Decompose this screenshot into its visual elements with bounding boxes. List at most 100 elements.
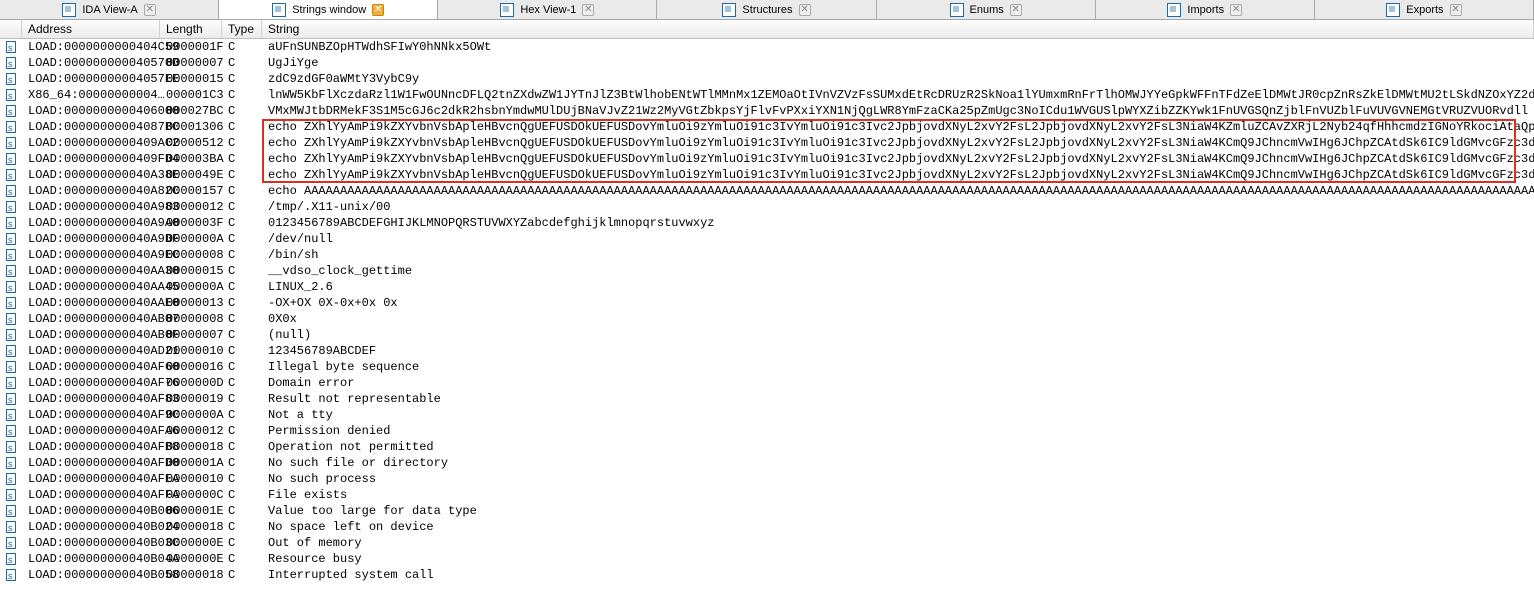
table-row[interactable]: LOAD:000000000040AF760000000DCDomain err…	[0, 375, 1534, 391]
table-row[interactable]: LOAD:000000000040B04A0000000ECResource b…	[0, 551, 1534, 567]
table-row[interactable]: LOAD:000000000040AFFA0000000CCFile exist…	[0, 487, 1534, 503]
tab-label: Structures	[742, 4, 792, 16]
cell-string: /dev/null	[262, 231, 1534, 247]
table-row[interactable]: LOAD:000000000040B02400000018CNo space l…	[0, 519, 1534, 535]
table-row[interactable]: LOAD:000000000040AF6000000016CIllegal by…	[0, 359, 1534, 375]
table-row[interactable]: LOAD:000000000040AB0700000008C 0X0x	[0, 311, 1534, 327]
table-row[interactable]: LOAD:000000000040A98300000012C/tmp/.X11-…	[0, 199, 1534, 215]
tab-strings-window[interactable]: Strings window✕	[219, 0, 438, 19]
table-row[interactable]: LOAD:000000000040AFA600000012CPermission…	[0, 423, 1534, 439]
cell-address: LOAD:000000000040A9DF	[22, 231, 160, 247]
string-icon	[0, 521, 22, 533]
cell-string: echo AAAAAAAAAAAAAAAAAAAAAAAAAAAAAAAAAAA…	[262, 183, 1534, 199]
cell-length: 0000000D	[160, 375, 222, 391]
table-row[interactable]: LOAD:0000000000404C590000001FCaUFnSUNBZO…	[0, 39, 1534, 55]
string-icon	[0, 425, 22, 437]
table-row[interactable]: LOAD:000000000040A9EC00000008C/bin/sh	[0, 247, 1534, 263]
cell-type: C	[222, 247, 262, 263]
cell-length: 000027BC	[160, 103, 222, 119]
cell-string: Result not representable	[262, 391, 1534, 407]
table-row[interactable]: LOAD:000000000040AA450000000ACLINUX_2.6	[0, 279, 1534, 295]
cell-address: LOAD:000000000040AF9C	[22, 407, 160, 423]
table-row[interactable]: LOAD:000000000040A9A00000003FC0123456789…	[0, 215, 1534, 231]
cell-length: 00000010	[160, 343, 222, 359]
tab-ida-view-a[interactable]: IDA View-A✕	[0, 0, 219, 19]
table-row[interactable]: LOAD:000000000040B03C0000000ECOut of mem…	[0, 535, 1534, 551]
table-row[interactable]: LOAD:0000000000406000000027BCCVMxMWJtbDR…	[0, 103, 1534, 119]
header-string[interactable]: String	[262, 20, 1534, 38]
cell-string: /bin/sh	[262, 247, 1534, 263]
cell-type: C	[222, 567, 262, 583]
cell-type: C	[222, 151, 262, 167]
cell-address: LOAD:000000000040A9EC	[22, 247, 160, 263]
cell-length: 00000015	[160, 71, 222, 87]
table-row[interactable]: LOAD:000000000040570D00000007CUgJiYge	[0, 55, 1534, 71]
string-icon	[0, 233, 22, 245]
table-row[interactable]: LOAD:00000000004057EE00000015CzdC9zdGF0a…	[0, 71, 1534, 87]
cell-type: C	[222, 263, 262, 279]
table-row[interactable]: X86_64:00000000004…000001C3ClnWW5KbFlXcz…	[0, 87, 1534, 103]
close-icon[interactable]: ✕	[1010, 4, 1022, 16]
header-type[interactable]: Type	[222, 20, 262, 38]
cell-address: LOAD:000000000040AB07	[22, 311, 160, 327]
string-icon	[0, 153, 22, 165]
tab-label: Imports	[1187, 4, 1224, 16]
tab-hex-view-1[interactable]: Hex View-1✕	[438, 0, 657, 19]
table-row[interactable]: LOAD:000000000040AB0F00000007C(null)	[0, 327, 1534, 343]
strings-list[interactable]: LOAD:0000000000404C590000001FCaUFnSUNBZO…	[0, 39, 1534, 599]
cell-type: C	[222, 135, 262, 151]
close-icon[interactable]: ✕	[1230, 4, 1242, 16]
tab-icon	[500, 3, 514, 17]
table-row[interactable]: LOAD:000000000040AAE000000013C-OX+OX 0X-…	[0, 295, 1534, 311]
tab-exports[interactable]: Exports✕	[1315, 0, 1534, 19]
cell-type: C	[222, 167, 262, 183]
cell-string: Permission denied	[262, 423, 1534, 439]
string-icon	[0, 297, 22, 309]
cell-length: 0000000C	[160, 487, 222, 503]
table-row[interactable]: LOAD:000000000040AA3000000015C__vdso_clo…	[0, 263, 1534, 279]
string-icon	[0, 329, 22, 341]
table-row[interactable]: LOAD:000000000040B05800000018CInterrupte…	[0, 567, 1534, 583]
table-row[interactable]: LOAD:000000000040AFEA00000010CNo such pr…	[0, 471, 1534, 487]
cell-string: echo ZXhlYyAmPi9kZXYvbnVsbApleHBvcnQgUEF…	[262, 135, 1534, 151]
close-icon[interactable]: ✕	[582, 4, 594, 16]
table-row[interactable]: LOAD:000000000040A9DF0000000AC/dev/null	[0, 231, 1534, 247]
string-icon	[0, 185, 22, 197]
cell-address: LOAD:0000000000406000	[22, 103, 160, 119]
cell-length: 0000001F	[160, 39, 222, 55]
cell-string: UgJiYge	[262, 55, 1534, 71]
close-icon[interactable]: ✕	[799, 4, 811, 16]
cell-length: 00000019	[160, 391, 222, 407]
string-icon	[0, 201, 22, 213]
header-length[interactable]: Length	[160, 20, 222, 38]
table-row[interactable]: LOAD:000000000040AFD00000001ACNo such fi…	[0, 455, 1534, 471]
tab-structures[interactable]: Structures ✕	[657, 0, 876, 19]
table-row[interactable]: LOAD:000000000040AD2100000010C123456789A…	[0, 343, 1534, 359]
table-row[interactable]: LOAD:00000000004087BC00001306Cecho ZXhlY…	[0, 119, 1534, 135]
cell-address: LOAD:0000000000409FD4	[22, 151, 160, 167]
cell-string: /tmp/.X11-unix/00	[262, 199, 1534, 215]
table-row[interactable]: LOAD:000000000040B0060000001ECValue too …	[0, 503, 1534, 519]
tab-imports[interactable]: Imports ✕	[1096, 0, 1315, 19]
string-icon	[0, 73, 22, 85]
cell-address: LOAD:000000000040AAE0	[22, 295, 160, 311]
cell-address: LOAD:000000000040B006	[22, 503, 160, 519]
cell-address: LOAD:000000000040AF60	[22, 359, 160, 375]
cell-address: LOAD:000000000040A983	[22, 199, 160, 215]
table-row[interactable]: LOAD:0000000000409FD4000003BACecho ZXhlY…	[0, 151, 1534, 167]
table-row[interactable]: LOAD:000000000040AF8300000019CResult not…	[0, 391, 1534, 407]
table-row[interactable]: LOAD:000000000040A38E0000049ECecho ZXhlY…	[0, 167, 1534, 183]
tab-icon	[722, 3, 736, 17]
tab-enums[interactable]: Enums✕	[877, 0, 1096, 19]
table-row[interactable]: LOAD:0000000000409AC200000512Cecho ZXhlY…	[0, 135, 1534, 151]
table-row[interactable]: LOAD:000000000040A82C00000157Cecho AAAAA…	[0, 183, 1534, 199]
close-icon[interactable]: ✕	[1450, 4, 1462, 16]
cell-type: C	[222, 39, 262, 55]
close-icon[interactable]: ✕	[372, 4, 384, 16]
cell-string: File exists	[262, 487, 1534, 503]
table-row[interactable]: LOAD:000000000040AFB800000018COperation …	[0, 439, 1534, 455]
table-row[interactable]: LOAD:000000000040AF9C0000000ACNot a tty	[0, 407, 1534, 423]
header-address[interactable]: Address	[22, 20, 160, 38]
close-icon[interactable]: ✕	[144, 4, 156, 16]
cell-type: C	[222, 551, 262, 567]
